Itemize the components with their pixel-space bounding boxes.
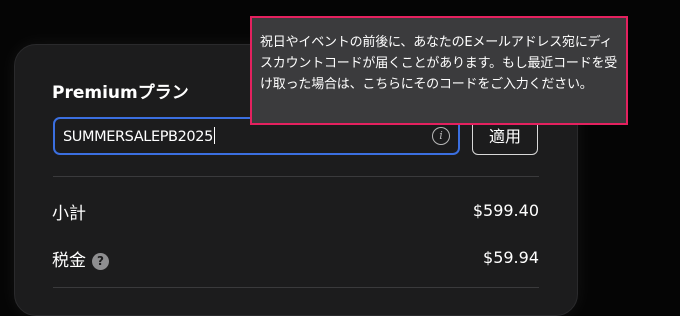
subtotal-value: $599.40 <box>472 201 539 220</box>
tax-row: 税金? <box>52 246 109 271</box>
tax-value: $59.94 <box>483 248 539 267</box>
tooltip-text: 祝日やイベントの前後に、あなたのEメールアドレス宛にディスカウントコードが届くこ… <box>260 35 618 92</box>
divider <box>53 176 539 177</box>
help-icon[interactable]: ? <box>92 253 109 270</box>
info-icon[interactable]: i <box>432 127 450 145</box>
discount-code-tooltip: 祝日やイベントの前後に、あなたのEメールアドレス宛にディスカウントコードが届くこ… <box>250 16 628 125</box>
coupon-code-value[interactable]: SUMMERSALEPB2025 <box>63 127 215 145</box>
text-caret <box>213 127 215 144</box>
plan-title: Premiumプラン <box>52 83 189 103</box>
divider <box>53 287 539 288</box>
tax-label: 税金 <box>52 251 86 271</box>
subtotal-label: 小計 <box>52 204 86 224</box>
